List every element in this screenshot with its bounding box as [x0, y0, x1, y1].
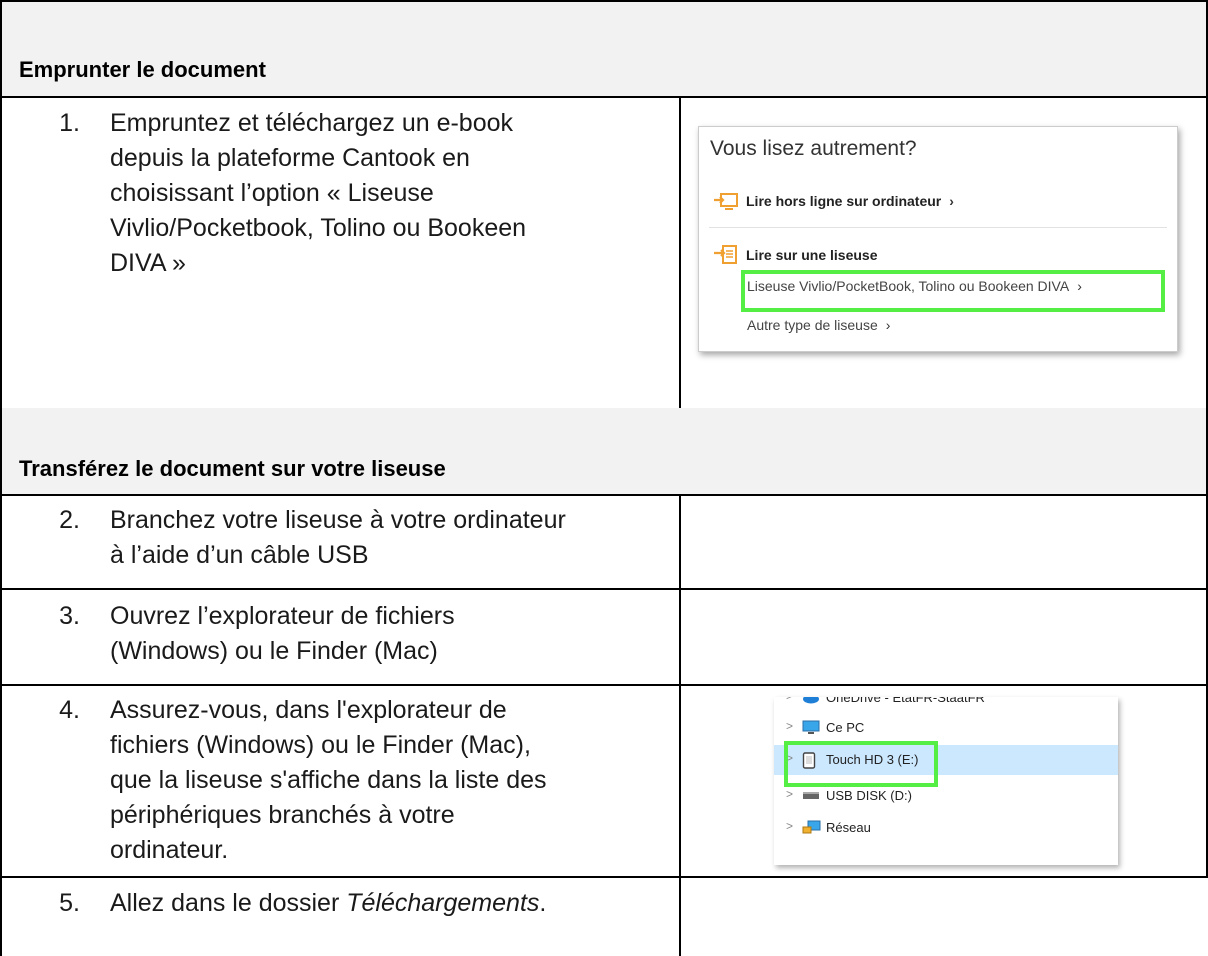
tree-item-reseau[interactable]: > Réseau	[774, 813, 1118, 843]
step-number: 3.	[59, 602, 80, 630]
offline-reading-option[interactable]: Lire hors ligne sur ordinateur ›	[746, 193, 954, 209]
tree-item-label: Ce PC	[826, 720, 865, 735]
folder-name: Téléchargements	[346, 889, 540, 917]
chevron-right-icon: ›	[949, 193, 954, 209]
panel-divider	[709, 227, 1167, 228]
step-number: 5.	[59, 889, 80, 917]
step-1: 1. Empruntez et téléchargez un e-book de…	[40, 106, 660, 296]
section-header-borrow: Emprunter le document	[0, 0, 1208, 98]
tree-item-ce-pc[interactable]: > Ce PC	[774, 713, 1118, 743]
tree-item-label: OneDrive - EtatFR-StaatFR	[826, 697, 985, 705]
offline-reading-label: Lire hors ligne sur ordinateur	[746, 193, 942, 209]
tree-item-label: USB DISK (D:)	[826, 788, 912, 803]
computer-icon	[802, 720, 820, 734]
cantook-screenshot: Vous lisez autrement? Lire hors ligne su…	[698, 126, 1178, 352]
step-number: 1.	[59, 109, 80, 137]
section-header-transfer: Transférez le document sur votre liseuse	[0, 408, 1208, 496]
file-explorer-screenshot: > OneDrive - EtatFR-StaatFR > Ce PC > To…	[774, 697, 1118, 865]
step-5: 5. Allez dans le dossier Téléchargements…	[40, 886, 660, 926]
drive-icon	[803, 792, 819, 799]
chevron-right-icon: ›	[885, 317, 891, 333]
section-title: Emprunter le document	[19, 57, 266, 82]
ereader-arrow-icon	[714, 245, 737, 264]
step-row-3-image-cell	[679, 588, 1208, 686]
step-4: 4. Assurez-vous, dans l'explorateur de f…	[40, 693, 660, 871]
panel-title: Vous lisez autrement?	[710, 137, 917, 160]
tree-item-onedrive[interactable]: > OneDrive - EtatFR-StaatFR	[774, 697, 1118, 713]
step-2: 2. Branchez votre liseuse à votre ordina…	[40, 503, 660, 575]
expand-caret-icon[interactable]: >	[786, 819, 793, 833]
highlight-box	[741, 270, 1165, 312]
tree-item-label: Réseau	[826, 820, 871, 835]
step-number: 4.	[59, 696, 80, 724]
step-text: Empruntez et téléchargez un e-book depui…	[110, 109, 527, 277]
monitor-arrow-icon	[714, 193, 738, 210]
step-text-plain: Allez dans le dossier	[110, 889, 347, 917]
cloud-icon	[803, 697, 819, 704]
network-icon	[802, 820, 821, 834]
step-text: Branchez votre liseuse à votre ordinateu…	[110, 506, 566, 569]
step-row-2-image-cell	[679, 494, 1208, 590]
step-text-end: .	[539, 889, 547, 917]
other-reader-option-label: Autre type de liseuse	[747, 317, 878, 333]
section-title: Transférez le document sur votre liseuse	[19, 456, 446, 481]
expand-caret-icon[interactable]: >	[786, 719, 793, 733]
ereader-reading-label: Lire sur une liseuse	[746, 247, 878, 263]
tree-item-usb-disk[interactable]: > USB DISK (D:)	[774, 781, 1118, 811]
expand-caret-icon[interactable]: >	[786, 697, 793, 703]
step-3: 3. Ouvrez l’explorateur de fichiers (Win…	[40, 599, 660, 671]
expand-caret-icon[interactable]: >	[786, 787, 793, 801]
step-text: Allez dans le dossier Téléchargements.	[110, 886, 654, 921]
step-text: Ouvrez l’explorateur de fichiers (Window…	[110, 602, 455, 665]
step-number: 2.	[59, 506, 80, 534]
step-text: Assurez-vous, dans l'explorateur de fich…	[110, 696, 547, 864]
other-reader-option-link[interactable]: Autre type de liseuse ›	[747, 317, 890, 333]
